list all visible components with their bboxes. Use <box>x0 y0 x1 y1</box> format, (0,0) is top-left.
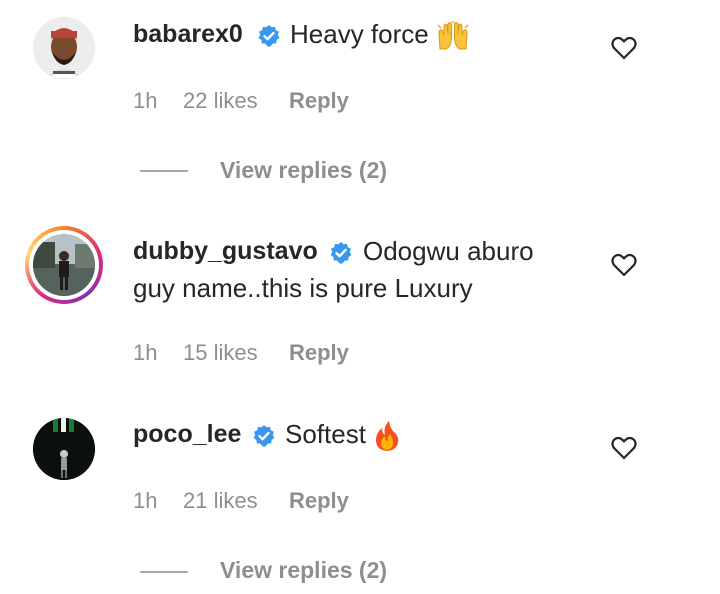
avatar[interactable] <box>33 418 95 480</box>
like-count[interactable]: 22 likes <box>183 88 258 114</box>
comment-time: 1h <box>133 88 158 113</box>
reply-button[interactable]: Reply <box>289 488 349 514</box>
reply-button[interactable]: Reply <box>289 340 349 366</box>
avatar-photo-icon <box>33 17 95 79</box>
avatar-photo-icon <box>33 418 95 480</box>
like-heart-icon[interactable] <box>611 253 637 277</box>
avatar[interactable] <box>33 17 95 79</box>
comment-time: 1h <box>133 340 158 365</box>
raising-hands-icon <box>437 21 469 50</box>
like-count[interactable]: 15 likes <box>183 340 258 366</box>
comment-text-line2: guy name..this is pure Luxury <box>133 273 473 303</box>
view-replies-button[interactable]: View replies (2) <box>220 557 387 584</box>
username[interactable]: babarex0 <box>133 20 243 49</box>
avatar-story-ring[interactable] <box>25 226 103 304</box>
view-replies-button[interactable]: View replies (2) <box>220 157 387 184</box>
avatar-photo-icon <box>33 234 95 296</box>
comment-text-body: Softest <box>285 419 366 449</box>
verified-badge-icon <box>253 425 275 447</box>
comment-text-body: Heavy force <box>290 19 429 49</box>
like-heart-icon[interactable] <box>611 436 637 460</box>
fire-icon <box>376 421 399 452</box>
view-replies-divider <box>140 170 188 172</box>
comment-text: Heavy force <box>290 19 470 51</box>
avatar <box>33 234 95 296</box>
verified-badge-icon <box>258 25 280 47</box>
comment-text: Softest <box>285 419 401 452</box>
like-heart-icon[interactable] <box>611 36 637 60</box>
username[interactable]: poco_lee <box>133 420 241 449</box>
username[interactable]: dubby_gustavo <box>133 237 318 266</box>
verified-badge-icon <box>330 242 352 264</box>
like-count[interactable]: 21 likes <box>183 488 258 514</box>
comment-item: babarex0 Heavy force 1h 22 likes Reply V… <box>0 0 720 200</box>
comment-time: 1h <box>133 488 158 513</box>
reply-button[interactable]: Reply <box>289 88 349 114</box>
view-replies-divider <box>140 571 188 573</box>
comment-text-line1: Odogwu aburo <box>363 236 534 266</box>
